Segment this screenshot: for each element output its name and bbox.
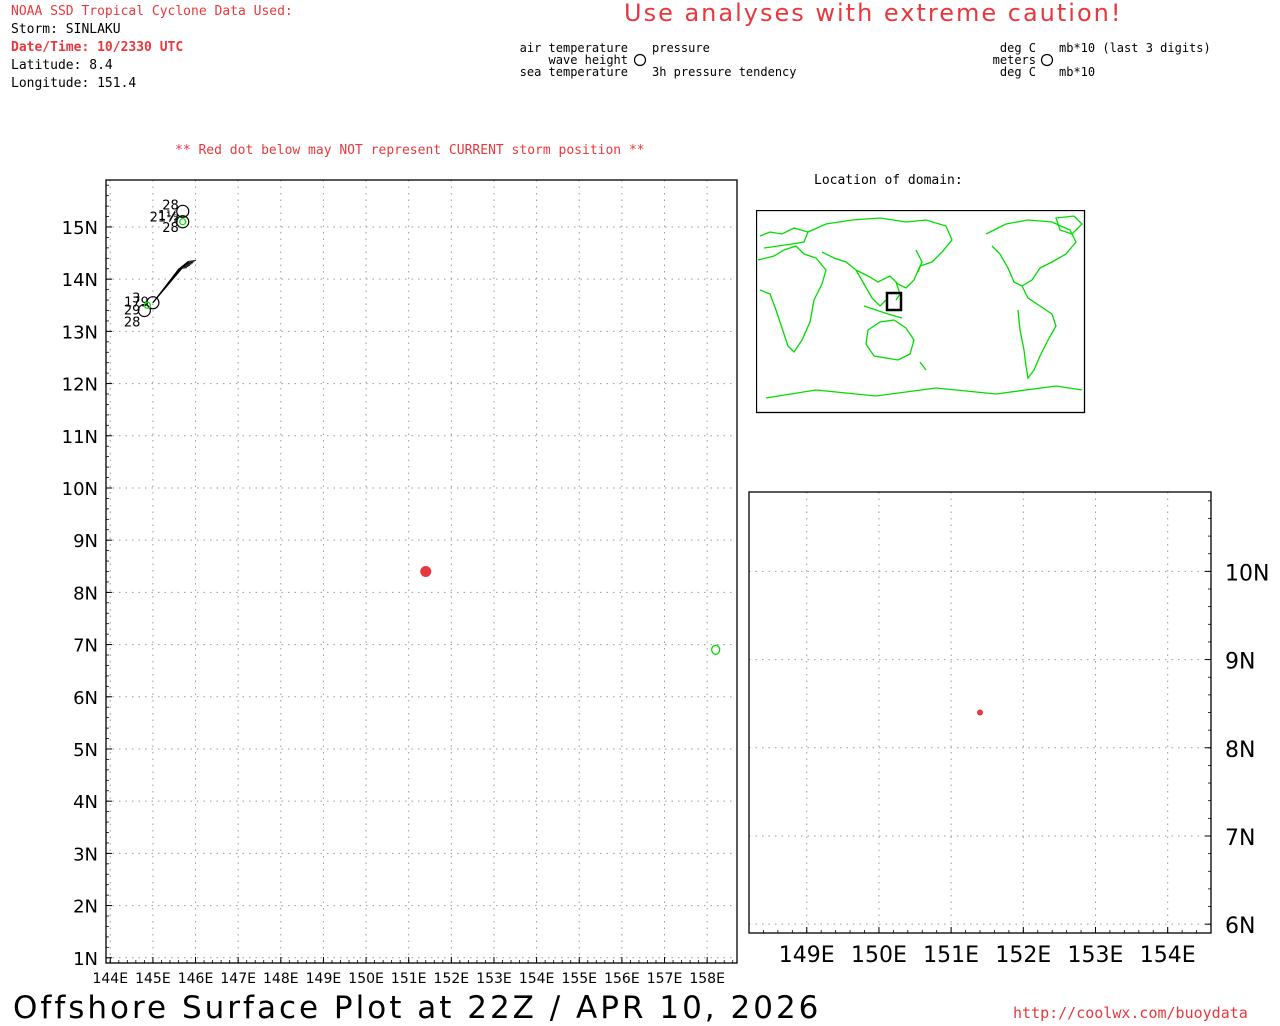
y-tick-label: 9N (1225, 650, 1255, 675)
y-tick-label: 3N (73, 844, 98, 865)
storm-position-dot (420, 566, 432, 577)
x-tick-label: 155E (561, 971, 597, 987)
x-tick-label: 152E (995, 943, 1051, 968)
y-tick-label: 7N (73, 636, 98, 657)
x-tick-label: 148E (263, 971, 299, 987)
x-tick-label: 146E (178, 971, 214, 987)
y-tick-label: 6N (73, 688, 98, 709)
y-tick-label: 1N (73, 949, 98, 970)
legend-pressure-tendency: 3h pressure tendency (652, 65, 797, 79)
main-axes: 144E 145E 146E 147E 148E 149E 150E 151E 152E 153E… (62, 184, 734, 987)
y-tick-label: 9N (73, 531, 98, 552)
legend-pressure: pressure (652, 41, 710, 55)
y-tick-label: 10N (62, 479, 98, 500)
storm-longitude: Longitude: 151.4 (11, 76, 137, 91)
x-tick-label: 153E (1068, 943, 1124, 968)
zoom-marks (977, 709, 983, 716)
location-title: Location of domain: (814, 173, 963, 188)
world-locator-map (756, 210, 1086, 414)
y-tick-label: 4N (73, 792, 98, 813)
x-tick-label: 149E (779, 943, 835, 968)
x-tick-label: 153E (476, 971, 512, 987)
y-tick-label: 15N (62, 218, 98, 239)
zoom-surface-plot: 149E 150E 151E 152E 153E 154E 6N 7N 8N 9N 10N (748, 491, 1269, 968)
x-tick-label: 157E (647, 971, 683, 987)
y-tick-label: 6N (1225, 914, 1255, 939)
x-tick-label: 152E (434, 971, 470, 987)
y-tick-label: 11N (62, 427, 98, 448)
wind-barb (152, 261, 189, 303)
storm-position-dot (977, 709, 983, 716)
y-tick-label: 13N (62, 322, 98, 343)
y-tick-label: 8N (73, 583, 98, 604)
caution-warning: Use analyses with extreme caution! (624, 0, 1123, 27)
x-tick-label: 147E (220, 971, 256, 987)
legend-unit-mb-last3: mb*10 (last 3 digits) (1059, 41, 1211, 55)
y-tick-label: 2N (73, 897, 98, 918)
y-tick-label: 14N (62, 270, 98, 291)
x-tick-label: 151E (923, 943, 979, 968)
red-dot-note: ** Red dot below may NOT represent CURRE… (175, 143, 645, 158)
x-tick-label: 151E (391, 971, 427, 987)
x-tick-label: 150E (851, 943, 907, 968)
x-tick-label: 156E (604, 971, 640, 987)
island-outline (179, 218, 187, 226)
storm-datetime: Date/Time: 10/2330 UTC (11, 40, 184, 55)
y-tick-label: 8N (1225, 738, 1255, 763)
x-tick-label: 150E (348, 971, 384, 987)
plot-title: Offshore Surface Plot at 22Z / APR 10, 2… (13, 990, 822, 1026)
y-tick-label: 12N (62, 375, 98, 396)
main-surface-plot: 144E 145E 146E 147E 148E 149E 150E 151E 152E 153E… (62, 179, 738, 987)
legend-unit-degc-sea: deg C (999, 65, 1036, 79)
source-url[interactable]: http://coolwx.com/buoydata (1013, 1004, 1248, 1022)
main-marks: 2821½1½2832928179 (124, 198, 721, 655)
y-tick-label: 5N (73, 740, 98, 761)
station-circle-icon (1040, 53, 1054, 67)
storm-latitude: Latitude: 8.4 (11, 58, 113, 73)
y-tick-label: 7N (1225, 826, 1255, 851)
wind-barb-flag (187, 260, 196, 262)
station-circle-icon (633, 53, 647, 67)
source-title: NOAA SSD Tropical Cyclone Data Used: (11, 4, 293, 19)
legend-sea-temperature: sea temperature (519, 65, 628, 79)
x-tick-label: 145E (135, 971, 171, 987)
x-tick-label: 144E (92, 971, 128, 987)
y-tick-label: 10N (1225, 561, 1269, 586)
storm-name: Storm: SINLAKU (11, 22, 121, 37)
x-tick-label: 149E (306, 971, 342, 987)
station-value-label: 28 (124, 316, 141, 331)
world-map-frame (756, 210, 1086, 414)
station-value-label: 28 (162, 221, 179, 236)
legend-unit-mb: mb*10 (1059, 65, 1096, 79)
x-tick-label: 154E (1140, 943, 1196, 968)
x-tick-label: 154E (519, 971, 555, 987)
island-outline (711, 644, 721, 655)
x-tick-label: 158E (689, 971, 725, 987)
